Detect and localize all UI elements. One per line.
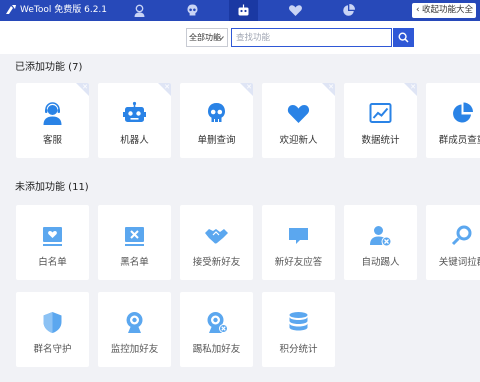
feature-card-group-name-guard[interactable]: 群名守护 bbox=[16, 292, 89, 367]
feature-label: 客服 bbox=[42, 135, 62, 146]
feature-card-auto-kick[interactable]: 自动踢人 bbox=[344, 205, 417, 280]
feature-card-welcome-newcomers[interactable]: ✕ 欢迎新人 bbox=[262, 83, 335, 158]
pie-chart-icon bbox=[453, 102, 473, 123]
pie-chart-icon[interactable] bbox=[341, 3, 356, 18]
added-section-title: 已添加功能 (7) bbox=[15, 62, 83, 73]
feature-label: 自动踢人 bbox=[361, 257, 400, 268]
feature-card-accept-new-friends[interactable]: 接受新好友 bbox=[180, 205, 253, 280]
feature-card-single-delete-check[interactable]: ✕ 单删查询 bbox=[180, 83, 253, 158]
feature-label: 积分统计 bbox=[279, 344, 318, 355]
feature-label: 群成员查重 bbox=[438, 135, 480, 146]
chevron-down-icon bbox=[218, 36, 224, 41]
feature-card-group-member-dedupe[interactable]: ✕ 群成员查重 bbox=[426, 83, 480, 158]
feature-label: 黑名单 bbox=[120, 257, 149, 268]
remove-icon[interactable]: ✕ bbox=[410, 83, 416, 91]
feature-label: 机器人 bbox=[120, 135, 149, 146]
feature-card-data-statistics[interactable]: ✕ 数据统计 bbox=[344, 83, 417, 158]
skull-icon bbox=[208, 103, 225, 122]
feature-label: 新好友应答 bbox=[274, 257, 323, 268]
blacklist-icon bbox=[125, 227, 144, 246]
feature-label: 关键词拉群 bbox=[438, 257, 480, 268]
feature-label: 监控加好友 bbox=[110, 344, 159, 355]
feature-card-monitor-add-friend[interactable]: 监控加好友 bbox=[98, 292, 171, 367]
chat-bubble-icon bbox=[289, 228, 308, 244]
feature-label: 群名守护 bbox=[33, 344, 72, 355]
search-input[interactable] bbox=[231, 28, 392, 47]
feature-label: 数据统计 bbox=[361, 135, 400, 146]
feature-card-robot[interactable]: ✕ 机器人 bbox=[98, 83, 171, 158]
keyword-search-icon bbox=[451, 225, 472, 246]
kick-user-icon bbox=[370, 226, 392, 247]
category-select-value: 全部功能 bbox=[189, 33, 221, 42]
feature-label: 单删查询 bbox=[197, 135, 236, 146]
remove-icon[interactable]: ✕ bbox=[328, 83, 334, 91]
feature-card-blacklist[interactable]: 黑名单 bbox=[98, 205, 171, 280]
feature-card-new-friend-reply[interactable]: 新好友应答 bbox=[262, 205, 335, 280]
skull-icon[interactable] bbox=[185, 3, 200, 18]
feature-card-kick-private-add-friend[interactable]: 踢私加好友 bbox=[180, 292, 253, 367]
webcam-kick-icon bbox=[207, 312, 228, 333]
feature-label: 白名单 bbox=[38, 257, 67, 268]
line-chart-icon bbox=[369, 103, 392, 123]
app-title: WeTool 免费版 6.2.1 bbox=[20, 5, 108, 15]
search-bar: 全部功能 bbox=[0, 21, 480, 54]
title-bar: WeTool 免费版 6.2.1 ‹ 收起功能大全 bbox=[0, 0, 480, 21]
remove-icon[interactable]: ✕ bbox=[164, 83, 170, 91]
feature-card-customer-service[interactable]: ✕ 客服 bbox=[16, 83, 89, 158]
heart-icon[interactable] bbox=[288, 3, 303, 18]
search-icon bbox=[398, 32, 409, 43]
remove-icon[interactable]: ✕ bbox=[246, 83, 252, 91]
heart-icon bbox=[287, 105, 310, 123]
robot-icon[interactable] bbox=[236, 3, 251, 18]
feature-label: 欢迎新人 bbox=[279, 135, 318, 146]
collapse-features-label: 收起功能大全 bbox=[422, 5, 474, 15]
feature-card-keyword-group-invite[interactable]: 关键词拉群 bbox=[426, 205, 480, 280]
remove-icon[interactable]: ✕ bbox=[82, 83, 88, 91]
webcam-icon bbox=[126, 312, 143, 333]
shield-icon bbox=[43, 312, 62, 333]
support-agent-icon[interactable] bbox=[132, 3, 147, 18]
feature-card-points-statistics[interactable]: 积分统计 bbox=[262, 292, 335, 367]
whitelist-icon bbox=[43, 227, 62, 246]
search-button[interactable] bbox=[393, 28, 414, 47]
feature-card-whitelist[interactable]: 白名单 bbox=[16, 205, 89, 280]
handshake-icon bbox=[205, 229, 228, 244]
collapse-features-button[interactable]: ‹ 收起功能大全 bbox=[412, 3, 476, 18]
feature-label: 接受新好友 bbox=[192, 257, 241, 268]
not-added-section-title: 未添加功能 (11) bbox=[15, 182, 89, 193]
robot-icon bbox=[123, 101, 146, 122]
database-icon bbox=[289, 312, 308, 331]
feature-label: 踢私加好友 bbox=[192, 344, 241, 355]
wetool-logo-icon bbox=[6, 5, 16, 14]
support-agent-icon bbox=[43, 102, 62, 125]
